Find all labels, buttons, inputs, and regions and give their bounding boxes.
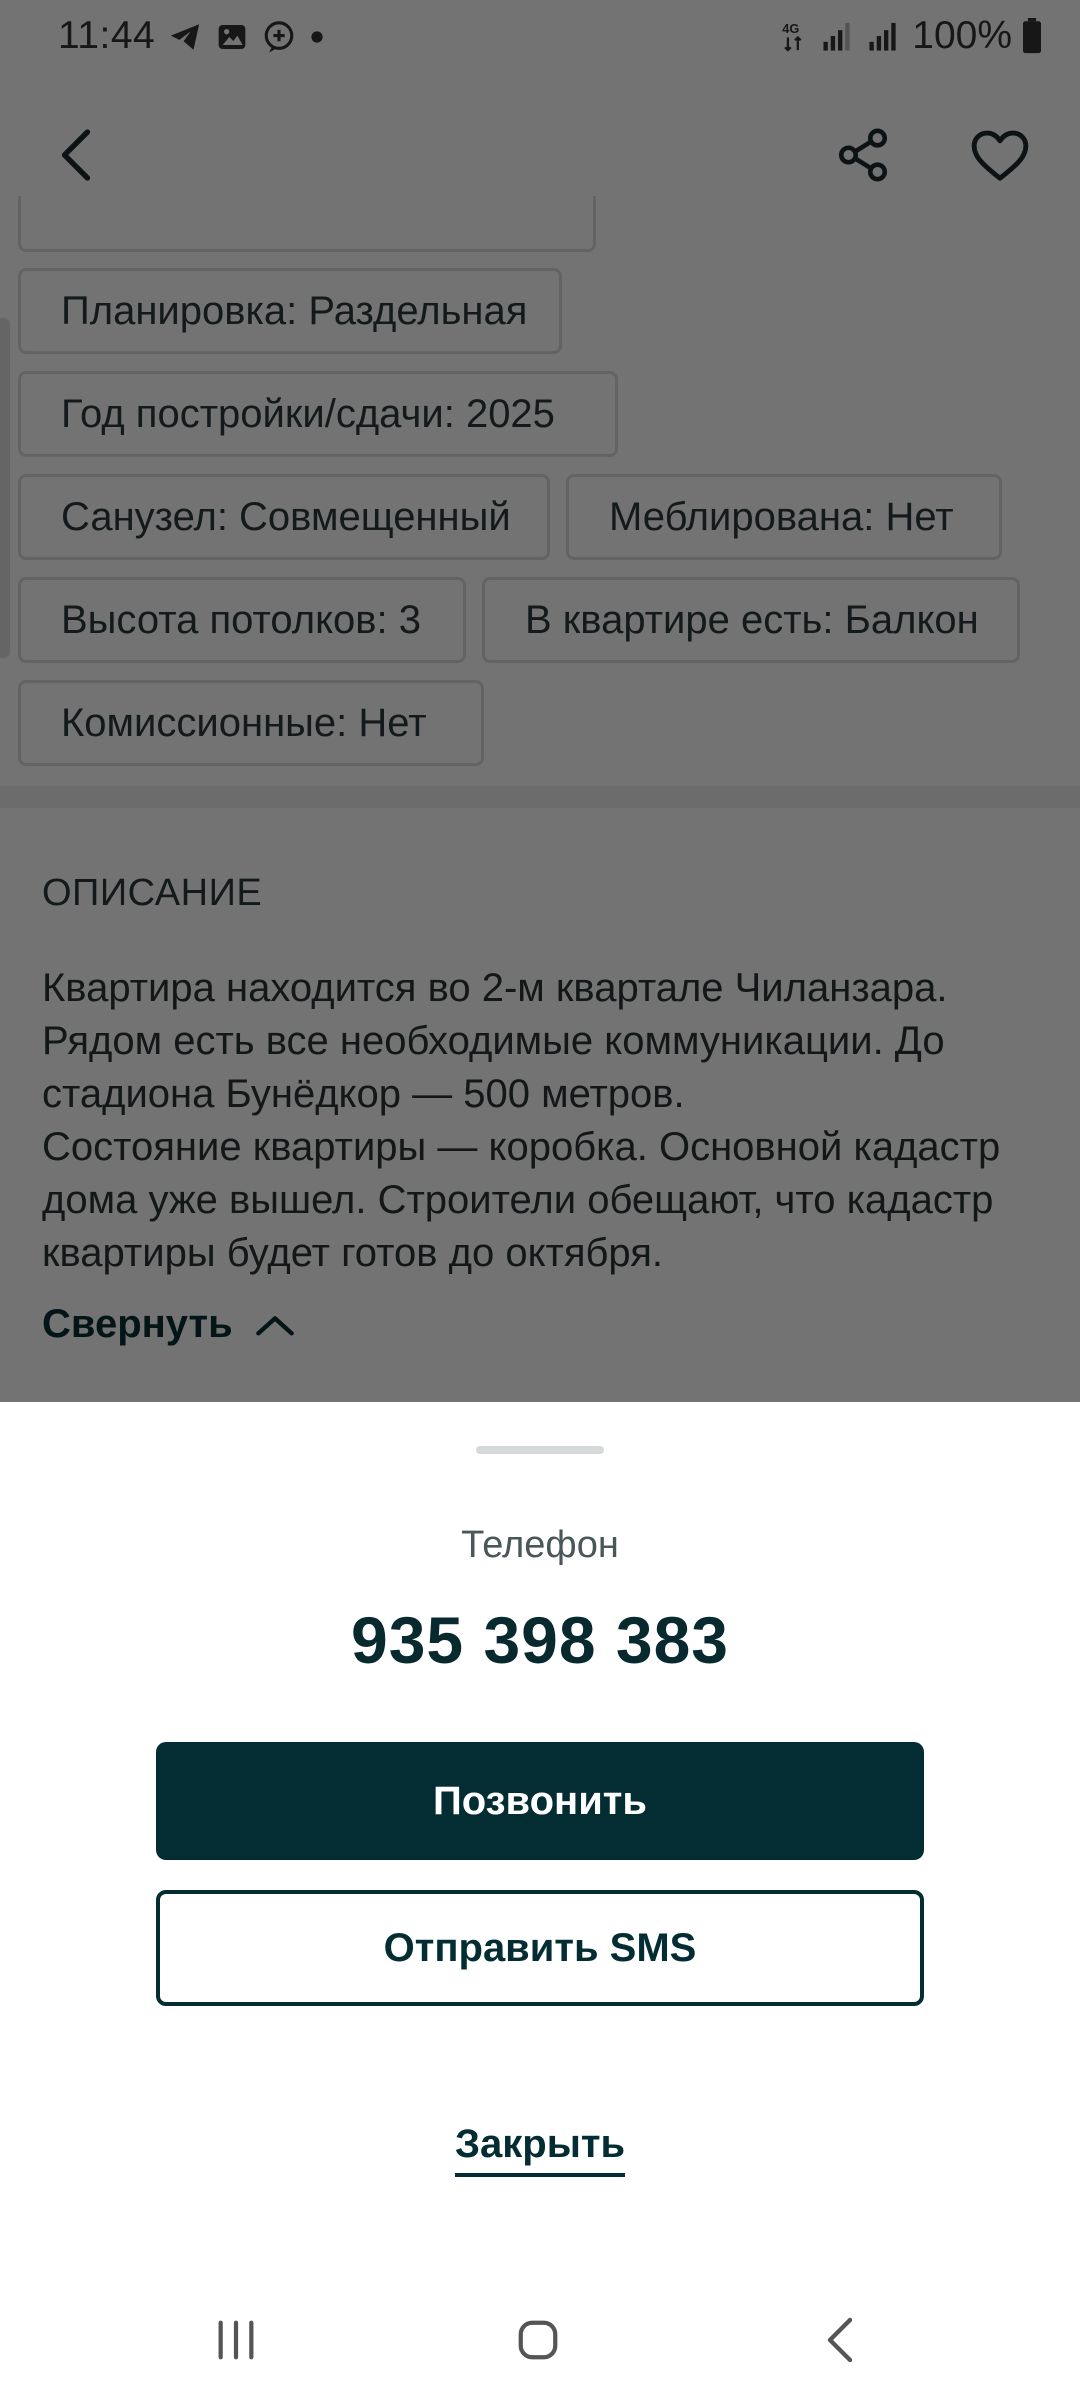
chip-build-year: Год постройки/сдачи: 2025 <box>18 371 618 457</box>
call-button[interactable]: Позвонить <box>156 1742 924 1860</box>
description-line: дома уже вышел. Строители обещают, что к… <box>42 1178 994 1222</box>
chip-balcony: В квартире есть: Балкон <box>482 577 1020 663</box>
chip-clipped <box>18 196 596 252</box>
battery-percent: 100% <box>912 14 1012 57</box>
chip-commission: Комиссионные: Нет <box>18 680 484 766</box>
recent-apps-button[interactable] <box>186 2300 286 2380</box>
description-text: Квартира находится во 2-м квартале Чилан… <box>42 962 1062 1280</box>
back-button[interactable] <box>32 110 122 200</box>
description-heading: ОПИСАНИЕ <box>42 872 263 914</box>
listing-page: 11:44 4G 100% Планировка: Раздельная Год… <box>0 0 1080 1402</box>
signal-icon <box>823 22 850 51</box>
favorite-button[interactable] <box>955 110 1045 200</box>
battery-icon <box>1023 18 1041 54</box>
top-app-bar <box>0 100 1080 210</box>
nav-back-button[interactable] <box>790 2300 890 2380</box>
status-system-icons: 4G 100% <box>780 14 1042 58</box>
recent-apps-icon <box>218 2320 254 2360</box>
phone-number: 935 398 383 <box>350 1603 730 1677</box>
svg-text:4G: 4G <box>783 21 800 36</box>
close-link-wrapper: Закрыть <box>0 2122 1080 2177</box>
chip-ceiling-height: Высота потолков: 3 <box>18 577 466 663</box>
chevron-up-icon <box>255 1315 294 1335</box>
sheet-drag-handle[interactable] <box>476 1446 604 1454</box>
chip-furnished: Меблирована: Нет <box>566 474 1002 560</box>
description-line: квартиры будет готов до октября. <box>42 1231 663 1275</box>
chip-layout: Планировка: Раздельная <box>18 268 562 354</box>
telegram-icon <box>170 24 200 50</box>
chip-bathroom: Санузел: Совмещенный <box>18 474 550 560</box>
back-icon <box>827 2317 853 2363</box>
status-time: 11:44 <box>58 14 156 57</box>
section-divider <box>0 786 1080 808</box>
edge-panel-handle[interactable] <box>0 318 10 658</box>
system-nav-bar <box>0 2280 1080 2400</box>
close-button[interactable]: Закрыть <box>454 2122 626 2177</box>
collapse-label: Свернуть <box>42 1302 233 1346</box>
collapse-description-button[interactable]: Свернуть <box>42 1302 295 1347</box>
description-line: Рядом есть все необходимые коммуникации.… <box>42 1019 945 1063</box>
send-sms-button[interactable]: Отправить SMS <box>156 1890 924 2006</box>
heart-icon <box>971 130 1029 181</box>
status-bar: 11:44 4G 100% <box>0 0 1080 78</box>
phone-label: Телефон <box>461 1524 619 1566</box>
back-arrow-icon <box>61 129 91 181</box>
status-notification-icons <box>168 20 324 54</box>
share-button[interactable] <box>818 110 908 200</box>
network-4g-icon: 4G <box>783 21 802 52</box>
home-button[interactable] <box>488 2300 588 2380</box>
description-line: Состояние квартиры — коробка. Основной к… <box>42 1125 1001 1169</box>
share-icon <box>838 128 888 182</box>
gallery-icon <box>218 25 246 49</box>
description-line: стадиона Бунёдкор — 500 метров. <box>42 1072 685 1116</box>
contact-bottom-sheet: Телефон 935 398 383 Позвонить Отправить … <box>0 1402 1080 2400</box>
dot-icon <box>311 31 323 43</box>
signal-icon-2 <box>869 22 896 51</box>
description-line: Квартира находится во 2-м квартале Чилан… <box>42 966 948 1010</box>
chat-plus-icon <box>264 21 294 53</box>
home-icon <box>518 2320 558 2360</box>
